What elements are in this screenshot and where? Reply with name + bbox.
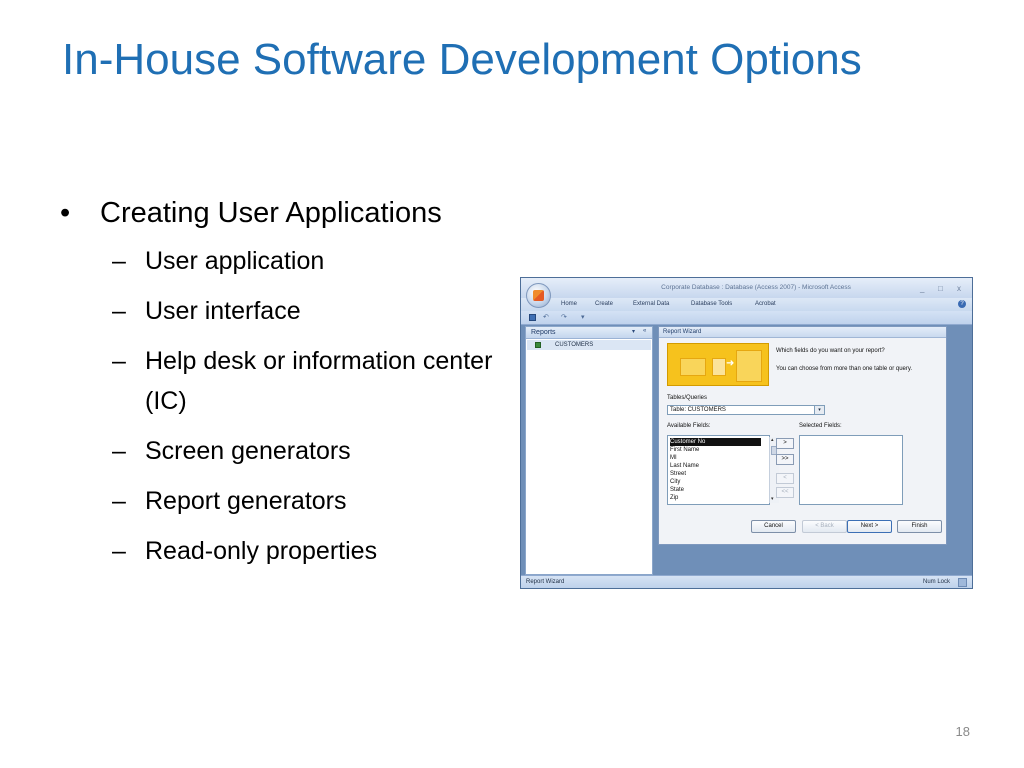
- chevron-down-icon[interactable]: ▾: [632, 328, 635, 335]
- tab-create[interactable]: Create: [595, 301, 613, 307]
- list-item[interactable]: State: [670, 486, 761, 494]
- sub-bullet-item: – Screen generators: [60, 431, 500, 471]
- list-item[interactable]: First Name: [670, 446, 761, 454]
- save-icon[interactable]: [529, 314, 536, 321]
- customize-toolbar-icon[interactable]: ▾: [581, 313, 585, 321]
- list-item[interactable]: Street: [670, 470, 761, 478]
- status-text: Report Wizard: [526, 579, 565, 585]
- tab-database-tools[interactable]: Database Tools: [691, 301, 732, 307]
- office-button[interactable]: [526, 283, 551, 308]
- slide-number: 18: [955, 724, 970, 739]
- available-fields-list[interactable]: Customer No First Name MI Last Name Stre…: [667, 435, 779, 505]
- tables-queries-select[interactable]: Table: CUSTOMERS ▾: [667, 405, 825, 415]
- tab-acrobat[interactable]: Acrobat: [755, 301, 776, 307]
- chevron-down-icon[interactable]: ▾: [814, 406, 824, 414]
- undo-icon[interactable]: ↶: [543, 313, 549, 321]
- sub-bullet-text: Read-only properties: [145, 537, 378, 565]
- dash-marker: –: [112, 437, 126, 465]
- sub-bullet-text: Screen generators: [145, 437, 351, 465]
- dash-marker: –: [112, 487, 126, 515]
- wizard-question: Which fields do you want on your report?: [776, 348, 885, 354]
- bullet-item: • Creating User Applications: [60, 190, 500, 237]
- wizard-hint: You can choose from more than one table …: [776, 366, 913, 372]
- sub-bullet-text: User interface: [145, 297, 301, 325]
- window-titlebar: Corporate Database : Database (Access 20…: [521, 278, 972, 298]
- tab-home[interactable]: Home: [561, 301, 577, 307]
- slide-title: In-House Software Development Options: [62, 35, 862, 84]
- wizard-title: Report Wizard: [663, 329, 702, 335]
- dash-marker: –: [112, 297, 126, 325]
- dash-marker: –: [112, 537, 126, 565]
- close-icon[interactable]: x: [957, 284, 961, 293]
- nav-item-customers[interactable]: CUSTOMERS: [527, 340, 651, 350]
- finish-button[interactable]: Finish: [897, 520, 942, 533]
- num-lock-indicator: Num Lock: [923, 579, 951, 585]
- arrow-right-icon: ➜: [726, 358, 735, 369]
- navigation-pane: Reports ▾ « CUSTOMERS: [525, 326, 653, 575]
- scroll-down-icon[interactable]: ▾: [771, 496, 774, 502]
- status-bar: Report Wizard Num Lock: [521, 575, 972, 588]
- wizard-illustration: ➜: [667, 343, 769, 386]
- collapse-pane-icon[interactable]: «: [643, 328, 646, 334]
- back-button[interactable]: < Back: [802, 520, 847, 533]
- design-view-icon[interactable]: [958, 578, 967, 587]
- scroll-up-icon[interactable]: ▴: [771, 437, 774, 443]
- tables-queries-label: Tables/Queries: [667, 395, 708, 401]
- sub-bullet-item: – Read-only properties: [60, 531, 500, 571]
- add-field-button[interactable]: >: [776, 438, 794, 449]
- help-icon[interactable]: ?: [958, 300, 966, 308]
- maximize-icon[interactable]: □: [938, 284, 943, 293]
- next-button[interactable]: Next >: [847, 520, 892, 533]
- list-item[interactable]: City: [670, 478, 761, 486]
- wizard-titlebar: Report Wizard: [659, 327, 946, 338]
- sub-bullet-text: Help desk or information center (IC): [145, 347, 493, 415]
- list-item[interactable]: Zip: [670, 494, 761, 502]
- quick-access-toolbar: ↶ ↷ ▾: [521, 311, 972, 325]
- available-fields-label: Available Fields:: [667, 423, 711, 429]
- sub-bullet-list: – User application – User interface – He…: [60, 241, 500, 571]
- access-screenshot: Corporate Database : Database (Access 20…: [520, 277, 973, 589]
- bullet-list: • Creating User Applications – User appl…: [60, 190, 500, 581]
- list-item[interactable]: MI: [670, 454, 761, 462]
- remove-all-fields-button[interactable]: <<: [776, 487, 794, 498]
- window-title: Corporate Database : Database (Access 20…: [661, 284, 851, 291]
- office-logo-icon: [533, 290, 544, 301]
- nav-pane-header[interactable]: Reports ▾ «: [526, 327, 652, 339]
- tables-queries-value: Table: CUSTOMERS: [670, 407, 726, 413]
- minimize-icon[interactable]: _: [920, 284, 924, 293]
- list-item[interactable]: Last Name: [670, 462, 761, 470]
- cancel-button[interactable]: Cancel: [751, 520, 796, 533]
- redo-icon[interactable]: ↷: [561, 313, 567, 321]
- dash-marker: –: [112, 247, 126, 275]
- selected-fields-label: Selected Fields:: [799, 423, 842, 429]
- sub-bullet-item: – User interface: [60, 291, 500, 331]
- workspace: Report Wizard ➜ Which fields do you want…: [655, 326, 972, 575]
- bullet-marker: •: [60, 197, 71, 229]
- ribbon-tabs: Home Create External Data Database Tools…: [521, 298, 972, 312]
- report-icon: [535, 342, 541, 348]
- sub-bullet-text: Report generators: [145, 487, 347, 515]
- sub-bullet-item: – Report generators: [60, 481, 500, 521]
- sub-bullet-text: User application: [145, 247, 325, 275]
- tab-external-data[interactable]: External Data: [633, 301, 669, 307]
- remove-field-button[interactable]: <: [776, 473, 794, 484]
- sub-bullet-item: – Help desk or information center (IC): [60, 341, 500, 421]
- list-item[interactable]: Customer No: [670, 438, 761, 446]
- dash-marker: –: [112, 347, 126, 375]
- report-wizard-dialog: Report Wizard ➜ Which fields do you want…: [658, 326, 947, 545]
- bullet-text: Creating User Applications: [100, 197, 442, 229]
- nav-item-label: CUSTOMERS: [555, 342, 594, 348]
- add-all-fields-button[interactable]: >>: [776, 454, 794, 465]
- sub-bullet-group: – User application – User interface – He…: [60, 241, 500, 571]
- selected-fields-list[interactable]: [799, 435, 903, 505]
- sub-bullet-item: – User application: [60, 241, 500, 281]
- nav-pane-title: Reports: [531, 329, 556, 336]
